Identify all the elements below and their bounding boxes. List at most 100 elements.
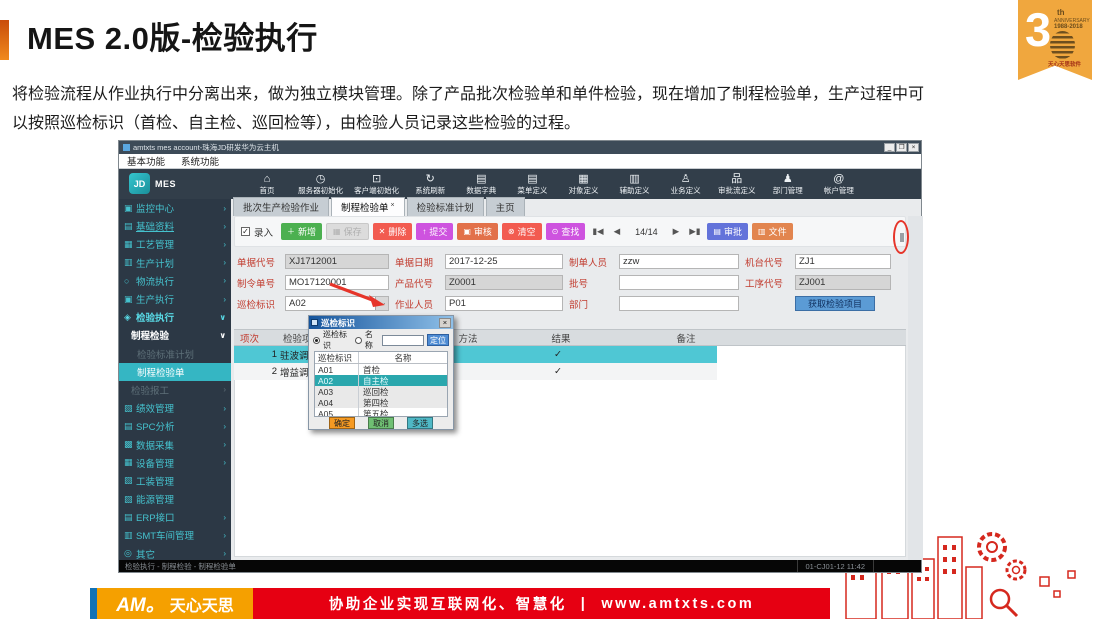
menu-basic-functions[interactable]: 基本功能 <box>119 154 173 168</box>
nav-client-init[interactable]: ⊡客户端初始化 <box>354 170 399 198</box>
dialog-close-button[interactable]: × <box>439 318 451 328</box>
chevron-right-icon: › <box>223 258 226 267</box>
tab-inspection-standard-plan[interactable]: 检验标准计划 <box>407 197 484 216</box>
doc-date-field[interactable]: 2017-12-25 <box>445 254 563 269</box>
sidebar-item-production-plan[interactable]: ▥生产计划› <box>119 254 231 272</box>
nav-object-define[interactable]: ▦对象定义 <box>563 170 603 198</box>
grid-row-2[interactable]: 2 增益调试 ✓ <box>234 363 717 380</box>
anniversary-ribbon: 3 th ANNIVERSARY 1988-2018 天心天思软件 <box>1018 0 1092 80</box>
col-seq: 项次 <box>234 331 283 345</box>
sidebar-item-process-inspection-order[interactable]: 制程检验单 <box>119 363 231 381</box>
energy-icon: ▨ <box>124 494 136 505</box>
minimize-button[interactable]: _ <box>884 143 895 152</box>
sidebar-item-inspection-exec[interactable]: ◈检验执行∨ <box>119 308 231 326</box>
sidebar-item-tooling-mgmt[interactable]: ▧工装管理 <box>119 472 231 490</box>
dialog-search-input[interactable] <box>382 335 424 346</box>
dialog-row-a02[interactable]: A02自主检 <box>315 375 447 386</box>
submit-button[interactable]: ↑提交 <box>416 223 453 240</box>
tab-process-inspection-order[interactable]: 制程检验单× <box>331 197 405 216</box>
nav-account-mgmt[interactable]: @帐户管理 <box>819 170 859 198</box>
approve-button[interactable]: ▤审批 <box>707 223 748 240</box>
nav-menu-define[interactable]: ▤菜单定义 <box>512 170 552 198</box>
cancel-button[interactable]: 取消 <box>368 417 394 429</box>
tab-home[interactable]: 主页 <box>486 197 525 216</box>
product-code-field: Z0001 <box>445 275 563 290</box>
search-button[interactable]: ⊙查找 <box>546 223 586 240</box>
tab-batch-inspection[interactable]: 批次生产检验作业 <box>233 197 329 216</box>
sidebar-item-inspection-standard-plan[interactable]: 检验标准计划 <box>119 345 231 363</box>
tab-close-icon[interactable]: × <box>391 202 395 209</box>
multi-select-button[interactable]: 多选 <box>407 417 433 429</box>
delete-button[interactable]: ✕删除 <box>373 223 413 240</box>
entry-checkbox[interactable]: ✓ <box>241 227 250 236</box>
nav-home[interactable]: ⌂首页 <box>247 170 287 198</box>
get-inspection-items-button[interactable]: 获取检验项目 <box>795 296 875 311</box>
radio-name[interactable] <box>355 337 362 344</box>
sidebar-item-equipment-mgmt[interactable]: ▦设备管理› <box>119 454 231 472</box>
sidebar-item-base-data[interactable]: ▤基础资料› <box>119 217 231 235</box>
plus-icon: ＋ <box>287 226 295 237</box>
sidebar-item-craft-mgmt[interactable]: ▦工艺管理› <box>119 235 231 253</box>
sidebar-item-energy-mgmt[interactable]: ▨能源管理 <box>119 490 231 508</box>
scrollbar-thumb[interactable] <box>900 233 904 242</box>
first-record-button[interactable]: ▮◀ <box>589 226 606 237</box>
chevron-right-icon: › <box>223 549 226 558</box>
nav-system-refresh[interactable]: ↻系统刷新 <box>410 170 450 198</box>
add-button[interactable]: ＋新增 <box>281 223 322 240</box>
others-icon: ◎ <box>124 548 136 559</box>
sidebar-item-erp-interface[interactable]: ▤ERP接口› <box>119 508 231 526</box>
result-check-icon: ✓ <box>503 349 613 360</box>
menu-system-functions[interactable]: 系统功能 <box>173 154 227 168</box>
clear-button[interactable]: ⊗清空 <box>502 223 542 240</box>
sidebar-item-logistics-exec[interactable]: ○物流执行› <box>119 272 231 290</box>
sidebar-item-inspection-report[interactable]: 检验报工› <box>119 381 231 399</box>
nav-data-dictionary[interactable]: ▤数据字典 <box>461 170 501 198</box>
dialog-row-a04[interactable]: A04第四检 <box>315 397 447 408</box>
sidebar-item-performance-mgmt[interactable]: ▧绩效管理› <box>119 399 231 417</box>
maximize-button[interactable]: ❐ <box>896 143 907 152</box>
chevron-right-icon: › <box>223 222 226 231</box>
dialog-title-bar[interactable]: 巡检标识 × <box>309 316 453 329</box>
nav-server-init[interactable]: ◷服务器初始化 <box>298 170 343 198</box>
dialog-row-a03[interactable]: A03巡回检 <box>315 386 447 397</box>
machine-code-field[interactable]: ZJ1 <box>795 254 891 269</box>
sidebar-item-process-inspection[interactable]: 制程检验∨ <box>119 326 231 344</box>
sidebar-item-data-collection[interactable]: ▩数据采集› <box>119 435 231 453</box>
sidebar-item-production-exec[interactable]: ▣生产执行› <box>119 290 231 308</box>
last-record-button[interactable]: ▶▮ <box>686 226 703 237</box>
entry-label: 录入 <box>254 225 273 239</box>
close-button[interactable]: × <box>908 143 919 152</box>
status-breadcrumb: 检验执行 - 制程检验 - 制程检验单 <box>119 561 797 572</box>
nav-department-mgmt[interactable]: ♟部门管理 <box>768 170 808 198</box>
radio-patrol-mark[interactable] <box>313 337 320 344</box>
home-icon: ⌂ <box>264 173 271 186</box>
approve-icon: ▤ <box>713 227 721 236</box>
ok-button[interactable]: 确定 <box>329 417 355 429</box>
lot-number-field[interactable] <box>619 275 739 290</box>
operator-field[interactable]: P01 <box>445 296 563 311</box>
prev-record-button[interactable]: ◀ <box>611 226 624 237</box>
sidebar-item-smt-workshop[interactable]: ▥SMT车间管理› <box>119 526 231 544</box>
department-field[interactable] <box>619 296 739 311</box>
dialog-row-a05[interactable]: A05第五检 <box>315 408 447 417</box>
locate-button[interactable]: 定位 <box>427 334 449 346</box>
chevron-right-icon: › <box>223 295 226 304</box>
red-arrow-annotation <box>327 281 389 311</box>
audit-button[interactable]: ▣审核 <box>457 223 498 240</box>
status-timestamp: 01-CJ01-12 11:42 <box>797 560 873 572</box>
dialog-row-a01[interactable]: A01首检 <box>315 364 447 375</box>
chevron-down-icon: ∨ <box>220 331 227 340</box>
nav-approval-flow-define[interactable]: 品审批流定义 <box>717 170 757 198</box>
scrollbar-track[interactable] <box>908 216 923 560</box>
maker-field[interactable]: zzw <box>619 254 739 269</box>
footer-website[interactable]: www.amtxts.com <box>601 596 754 612</box>
nav-auxiliary-define[interactable]: ▥辅助定义 <box>615 170 655 198</box>
footer-separator: | <box>581 596 588 612</box>
sidebar-item-spc-analysis[interactable]: ▤SPC分析› <box>119 417 231 435</box>
grid-row-1[interactable]: 1 驻波调试 ✓ <box>234 346 717 363</box>
sidebar-item-monitor-center[interactable]: ▣监控中心› <box>119 199 231 217</box>
next-record-button[interactable]: ▶ <box>670 226 683 237</box>
file-button[interactable]: ▥文件 <box>752 223 793 240</box>
nav-business-define[interactable]: ♙业务定义 <box>666 170 706 198</box>
app-icon <box>123 144 130 151</box>
